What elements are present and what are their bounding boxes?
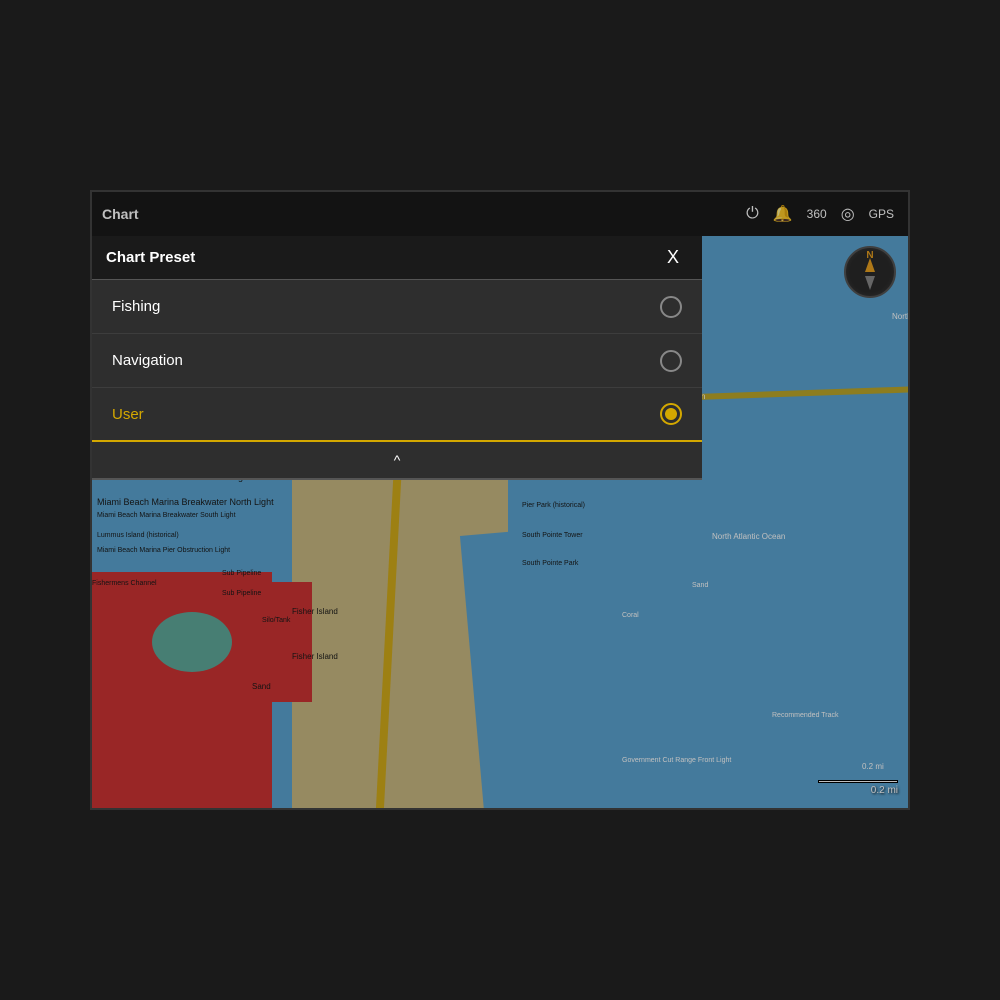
screen-container: Hibiscus Island Mud Rock Island Mud Star… (90, 190, 910, 810)
preset-item-navigation[interactable]: Navigation (92, 334, 702, 388)
preset-navigation-label: Navigation (112, 352, 660, 369)
close-icon: X (667, 247, 679, 268)
chevron-up-icon: ^ (394, 452, 401, 468)
preset-fishing-label: Fishing (112, 298, 660, 315)
chart-preset-dialog: Chart Preset X Fishing Navigation User ^ (92, 236, 702, 480)
preset-item-user[interactable]: User (92, 388, 702, 442)
dialog-header: Chart Preset X (92, 236, 702, 280)
preset-navigation-radio[interactable] (660, 350, 682, 372)
preset-fishing-radio[interactable] (660, 296, 682, 318)
preset-item-fishing[interactable]: Fishing (92, 280, 702, 334)
dialog-close-button[interactable]: X (658, 243, 688, 273)
preset-user-label: User (112, 406, 660, 423)
dialog-title: Chart Preset (106, 249, 658, 266)
preset-user-radio-fill (665, 408, 677, 420)
preset-user-radio[interactable] (660, 403, 682, 425)
dialog-collapse-button[interactable]: ^ (92, 442, 702, 478)
